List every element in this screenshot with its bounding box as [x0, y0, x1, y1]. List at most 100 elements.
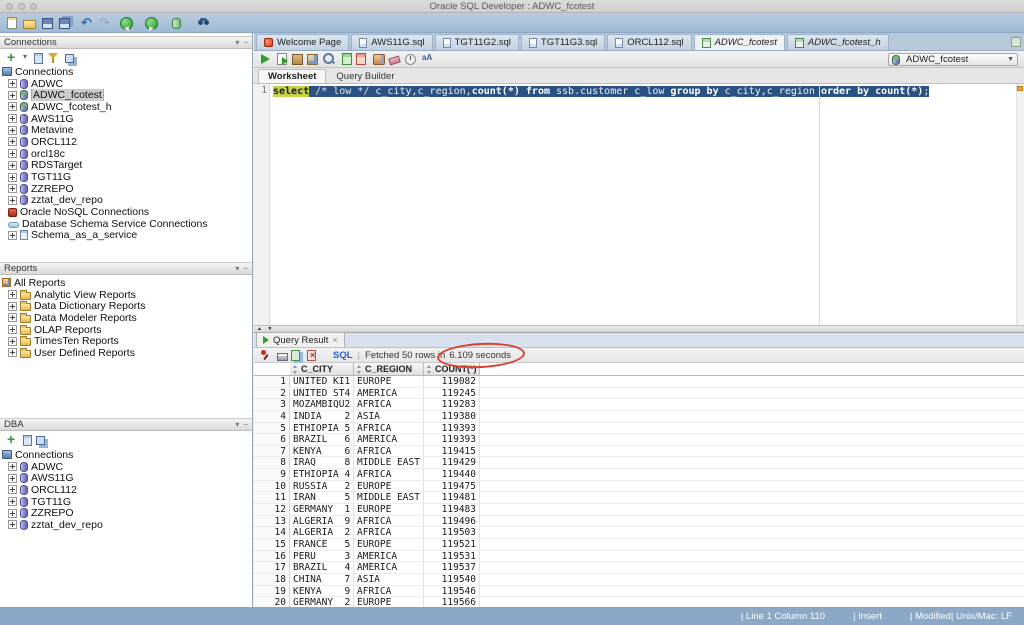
table-cell[interactable]: ETHIOPIA 4: [290, 469, 354, 480]
table-cell[interactable]: 119496: [424, 516, 480, 527]
tab-adwc-fcotest[interactable]: ADWC_fcotest: [694, 34, 785, 50]
table-cell[interactable]: AMERICA: [354, 551, 424, 562]
row-number-cell[interactable]: 11: [254, 492, 290, 503]
save-grid-icon[interactable]: [291, 350, 300, 361]
expand-icon[interactable]: [8, 126, 17, 135]
tree-item-zzrepo[interactable]: ZZREPO: [0, 183, 252, 195]
table-row[interactable]: 7KENYA 6AFRICA119415: [254, 446, 1024, 458]
expand-icon[interactable]: [8, 184, 17, 193]
table-cell[interactable]: ALGERIA 9: [290, 516, 354, 527]
undo-icon[interactable]: [80, 16, 94, 30]
table-cell[interactable]: ETHIOPIA 5: [290, 423, 354, 434]
table-cell[interactable]: ASIA: [354, 574, 424, 585]
tree-item-tgt11g[interactable]: TGT11G: [0, 496, 252, 508]
table-row[interactable]: 5ETHIOPIA 5AFRICA119393: [254, 423, 1024, 435]
new-file-icon[interactable]: [7, 17, 17, 29]
add-connection-icon[interactable]: [5, 51, 19, 65]
expand-icon[interactable]: [8, 337, 17, 346]
rollback-icon[interactable]: [356, 53, 366, 65]
tree-item-user-defined-reports[interactable]: User Defined Reports: [0, 347, 252, 359]
expand-icon[interactable]: [8, 79, 17, 88]
sort-icon[interactable]: [356, 365, 363, 374]
table-cell[interactable]: 119531: [424, 551, 480, 562]
table-cell[interactable]: AMERICA: [354, 562, 424, 573]
table-cell[interactable]: GERMANY 1: [290, 504, 354, 515]
expand-icon[interactable]: [8, 91, 17, 100]
row-number-cell[interactable]: 8: [254, 457, 290, 468]
search-icon[interactable]: [197, 16, 211, 30]
tree-item-adwc-fcotest[interactable]: ADWC_fcotest: [0, 89, 252, 101]
table-cell[interactable]: UNITED KI1: [290, 376, 354, 387]
table-cell[interactable]: ASIA: [354, 411, 424, 422]
commit-icon[interactable]: [342, 53, 352, 65]
tab-tgt11g3-sql[interactable]: TGT11G3.sql: [521, 34, 605, 50]
table-cell[interactable]: MIDDLE EAST: [354, 457, 424, 468]
row-number-cell[interactable]: 2: [254, 388, 290, 399]
tree-item-connections[interactable]: Connections: [0, 66, 252, 78]
open-file-icon[interactable]: [23, 20, 36, 29]
table-cell[interactable]: FRANCE 5: [290, 539, 354, 550]
table-cell[interactable]: 119503: [424, 527, 480, 538]
tree-item-olap-reports[interactable]: OLAP Reports: [0, 324, 252, 336]
table-row[interactable]: 4INDIA 2ASIA119380: [254, 411, 1024, 423]
history-icon[interactable]: [404, 53, 418, 67]
panel-minimize-icon[interactable]: −: [243, 37, 248, 48]
expand-icon[interactable]: [8, 497, 17, 506]
table-cell[interactable]: 119483: [424, 504, 480, 515]
to-upper-lower-icon[interactable]: [422, 52, 436, 66]
tree-item-aws11g[interactable]: AWS11G: [0, 472, 252, 484]
table-row[interactable]: 3MOZAMBIQU2AFRICA119283: [254, 399, 1024, 411]
expand-icon[interactable]: [8, 302, 17, 311]
tree-item-data-modeler-reports[interactable]: Data Modeler Reports: [0, 312, 252, 324]
table-cell[interactable]: KENYA 9: [290, 586, 354, 597]
row-number-cell[interactable]: 15: [254, 539, 290, 550]
save-icon[interactable]: [42, 18, 53, 29]
expand-icon[interactable]: [8, 173, 17, 182]
tab-worksheet[interactable]: Worksheet: [258, 69, 326, 83]
collapse-all-icon[interactable]: [65, 54, 74, 63]
horizontal-splitter[interactable]: ▲ ▼: [254, 325, 1024, 333]
expand-icon[interactable]: [8, 348, 17, 357]
table-row[interactable]: 8IRAQ 8MIDDLE EAST119429: [254, 457, 1024, 469]
connection-menu-icon[interactable]: [23, 51, 30, 65]
expand-icon[interactable]: [8, 509, 17, 518]
sql-tuning-icon[interactable]: [322, 52, 336, 66]
row-number-cell[interactable]: 1: [254, 376, 290, 387]
table-cell[interactable]: 119481: [424, 492, 480, 503]
table-cell[interactable]: INDIA 2: [290, 411, 354, 422]
redo-icon[interactable]: [98, 16, 112, 30]
tree-item-connections[interactable]: Connections: [0, 449, 252, 461]
table-row[interactable]: 6BRAZIL 6AMERICA119393: [254, 434, 1024, 446]
table-cell[interactable]: AFRICA: [354, 516, 424, 527]
table-row[interactable]: 16PERU 3AMERICA119531: [254, 551, 1024, 563]
table-cell[interactable]: 119393: [424, 423, 480, 434]
tab-overflow-icon[interactable]: [1011, 37, 1021, 47]
row-number-cell[interactable]: 6: [254, 434, 290, 445]
tab-welcome-page[interactable]: Welcome Page: [256, 34, 349, 50]
row-number-cell[interactable]: 12: [254, 504, 290, 515]
row-number-cell[interactable]: 7: [254, 446, 290, 457]
sort-icon[interactable]: [426, 365, 433, 374]
table-cell[interactable]: EUROPE: [354, 504, 424, 515]
tree-item-rdstarget[interactable]: RDSTarget: [0, 160, 252, 172]
tree-item-aws11g[interactable]: AWS11G: [0, 113, 252, 125]
table-row[interactable]: 18CHINA 7ASIA119540: [254, 574, 1024, 586]
table-cell[interactable]: AMERICA: [354, 434, 424, 445]
delete-icon[interactable]: [307, 350, 316, 361]
save-all-icon[interactable]: [59, 18, 70, 29]
table-cell[interactable]: AFRICA: [354, 586, 424, 597]
table-cell[interactable]: AFRICA: [354, 423, 424, 434]
table-cell[interactable]: AMERICA: [354, 388, 424, 399]
expand-icon[interactable]: [8, 196, 17, 205]
collapse-all-icon[interactable]: [36, 436, 45, 445]
table-cell[interactable]: UNITED ST4: [290, 388, 354, 399]
import-connections-icon[interactable]: [23, 435, 32, 446]
expand-icon[interactable]: [8, 462, 17, 471]
expand-icon[interactable]: [8, 313, 17, 322]
back-icon[interactable]: [120, 17, 133, 30]
row-number-cell[interactable]: 4: [254, 411, 290, 422]
table-cell[interactable]: BRAZIL 6: [290, 434, 354, 445]
row-number-cell[interactable]: 9: [254, 469, 290, 480]
tree-item-orcl112[interactable]: ORCL112: [0, 136, 252, 148]
column-header-c-city[interactable]: C_CITY: [290, 363, 354, 375]
